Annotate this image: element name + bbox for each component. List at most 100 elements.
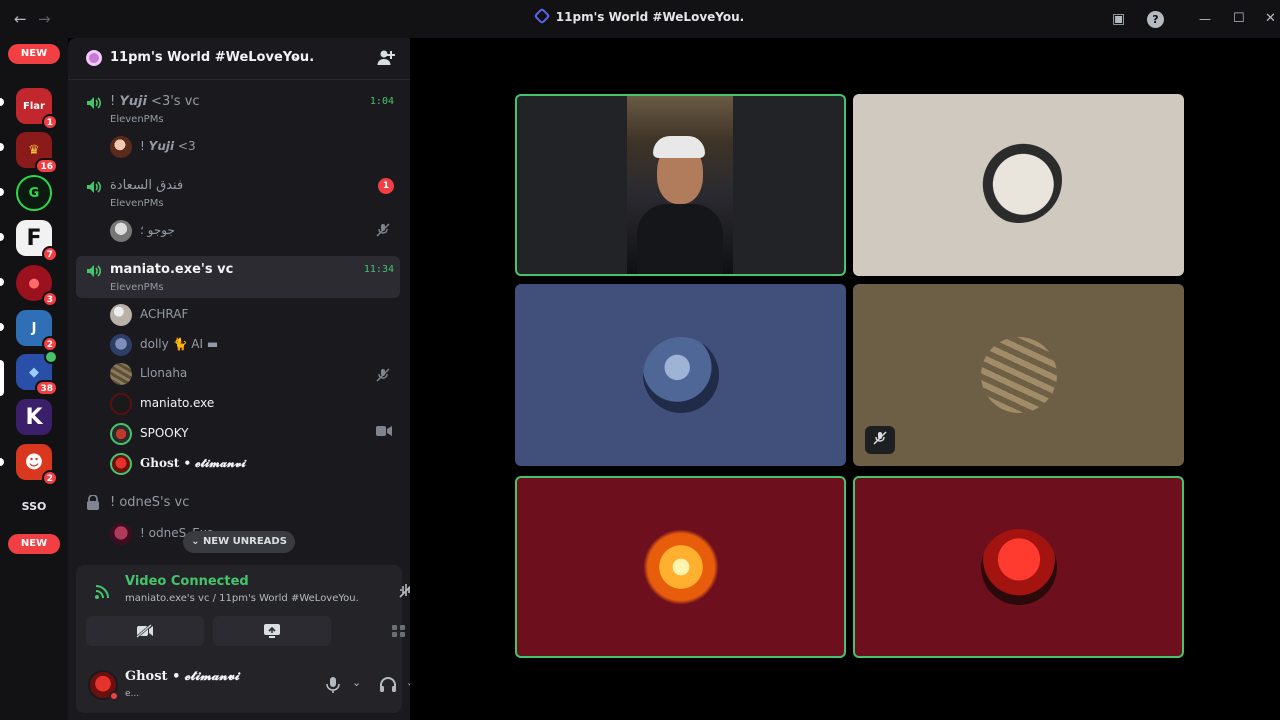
mention-badge: 1 <box>378 178 394 194</box>
avatar <box>642 337 719 413</box>
server-icon[interactable]: ● 3 <box>16 265 58 307</box>
inbox-icon[interactable]: ▣ <box>1112 9 1125 29</box>
unread-indicator <box>0 278 4 286</box>
server-icon-label: K <box>16 399 52 435</box>
avatar <box>110 334 132 356</box>
voice-activity-icon <box>44 350 58 364</box>
new-unreads-button[interactable]: ⌄ NEW UNREADS <box>183 531 295 553</box>
lock-icon <box>86 494 100 514</box>
server-name: 11pm's World #WeLoveYou. <box>110 50 315 65</box>
muted-mic-icon <box>376 368 390 386</box>
avatar <box>110 363 132 385</box>
channel-activity: ElevenPMs <box>110 282 164 293</box>
member-name: ACHRAF <box>140 307 189 321</box>
server-emblem-icon <box>86 50 102 66</box>
server-icon[interactable]: F 7 <box>16 220 58 262</box>
avatar <box>110 523 132 545</box>
server-icon[interactable]: SSO <box>16 488 52 524</box>
voice-channel-icon <box>86 95 102 109</box>
help-icon[interactable]: ? <box>1147 11 1164 28</box>
status-indicator <box>109 691 119 701</box>
voice-channel-name[interactable]: ! 𝙔𝙪𝙟𝙞 <3's vc <box>110 94 200 109</box>
close-icon[interactable]: ✕ <box>1265 9 1276 29</box>
server-logo-icon <box>533 7 551 25</box>
headphones-icon[interactable] <box>379 676 397 698</box>
voice-channel-name[interactable]: ! odneS's vc <box>110 495 189 510</box>
avatar <box>110 423 132 445</box>
window-title-text: 11pm's World #WeLoveYou. <box>555 10 745 24</box>
avatar <box>110 393 132 415</box>
member-name: dolly 🐈 AI ▬ <box>140 337 219 351</box>
member-name: جوجو ؛ <box>140 223 175 237</box>
member-name: Ghost • 𝓮𝓽𝓲𝓶𝓪𝓷𝓿𝓲 <box>140 456 246 470</box>
signal-icon[interactable] <box>94 582 112 600</box>
member-name: SPOOKY <box>140 426 189 440</box>
unread-indicator <box>0 143 4 151</box>
user-panel: Ghost • 𝓮𝓽𝓲𝓶𝓪𝓷𝓿𝓲 e... ⌄ ⌄ <box>76 659 452 713</box>
server-icon[interactable]: G <box>16 175 52 211</box>
avatar-tile[interactable] <box>515 476 846 658</box>
user-status: e... <box>125 689 140 699</box>
avatar[interactable] <box>88 670 119 701</box>
invite-people-icon[interactable] <box>376 48 396 68</box>
member-name: ! 𝙔𝙪𝙟𝙞 <3 <box>140 139 196 153</box>
server-icon-label: SSO <box>16 488 52 524</box>
voice-channel-icon <box>86 179 102 193</box>
new-servers-pill[interactable]: NEW <box>8 534 60 554</box>
server-badge: 1 <box>41 114 58 130</box>
server-icon[interactable]: Flar 1 <box>16 88 58 130</box>
server-badge: 16 <box>35 158 58 174</box>
channel-duration: 1:04 <box>369 96 394 107</box>
server-badge: 3 <box>41 291 58 307</box>
server-badge: 7 <box>41 246 58 262</box>
server-icon[interactable]: ☻ 2 <box>16 444 58 486</box>
video-tile[interactable] <box>515 94 846 276</box>
username[interactable]: Ghost • 𝓮𝓽𝓲𝓶𝓪𝓷𝓿𝓲 <box>125 669 240 684</box>
server-badge: 2 <box>41 470 58 486</box>
server-icon[interactable]: K <box>16 399 52 435</box>
voice-channel-icon <box>86 263 102 277</box>
muted-mic-icon <box>865 426 895 454</box>
voice-channel-name[interactable]: فندق السعادة <box>110 178 183 193</box>
camera-icon <box>376 425 392 441</box>
chevron-down-icon[interactable]: ⌄ <box>352 676 361 689</box>
voice-channel-name[interactable]: maniato.exe's vc <box>110 262 233 277</box>
screen-share-button[interactable] <box>213 616 331 646</box>
unread-indicator <box>0 323 4 331</box>
camera-feed <box>627 96 733 274</box>
server-icon[interactable]: ◆ 38 <box>16 350 58 396</box>
server-header[interactable]: 11pm's World #WeLoveYou. ⌄ <box>68 38 410 80</box>
voice-status[interactable]: Video Connected <box>125 574 249 589</box>
server-icon[interactable]: ♛ 16 <box>16 132 58 174</box>
muted-mic-icon <box>376 223 390 241</box>
cap-shape <box>653 136 705 158</box>
avatar <box>110 453 132 475</box>
avatar <box>980 337 1057 413</box>
channel-activity: ElevenPMs <box>110 114 164 125</box>
channel-duration: 11:34 <box>363 264 394 275</box>
channel-activity: ElevenPMs <box>110 198 164 209</box>
avatar <box>110 136 132 158</box>
minimize-icon[interactable]: — <box>1199 9 1211 29</box>
avatar <box>110 304 132 326</box>
avatar <box>642 529 719 605</box>
avatar-tile[interactable] <box>853 476 1184 658</box>
microphone-icon[interactable] <box>326 676 340 698</box>
server-rail: NEW Flar 1 ♛ 16 G F 7 ● 3 J 2 ◆ 38 K ☻ 2 <box>0 38 68 720</box>
voice-location[interactable]: maniato.exe's vc / 11pm's World #WeLoveY… <box>125 593 359 604</box>
new-servers-pill[interactable]: NEW <box>8 44 60 64</box>
avatar-tile[interactable] <box>853 94 1184 276</box>
server-icon[interactable]: J 2 <box>16 310 58 352</box>
avatar-tile[interactable] <box>515 284 846 466</box>
member-name: maniato.exe <box>140 396 215 410</box>
window-title: 11pm's World #WeLoveYou. <box>0 7 1280 25</box>
voice-connection-panel: Video Connected maniato.exe's vc / 11pm'… <box>76 565 450 659</box>
avatar <box>980 529 1057 605</box>
avatar <box>110 220 132 242</box>
unread-indicator <box>0 233 4 241</box>
avatar-tile[interactable] <box>853 284 1184 466</box>
camera-off-button[interactable] <box>86 616 204 646</box>
maximize-icon[interactable]: ☐ <box>1233 9 1245 29</box>
video-call-grid <box>410 38 1280 720</box>
unread-indicator <box>0 188 4 196</box>
